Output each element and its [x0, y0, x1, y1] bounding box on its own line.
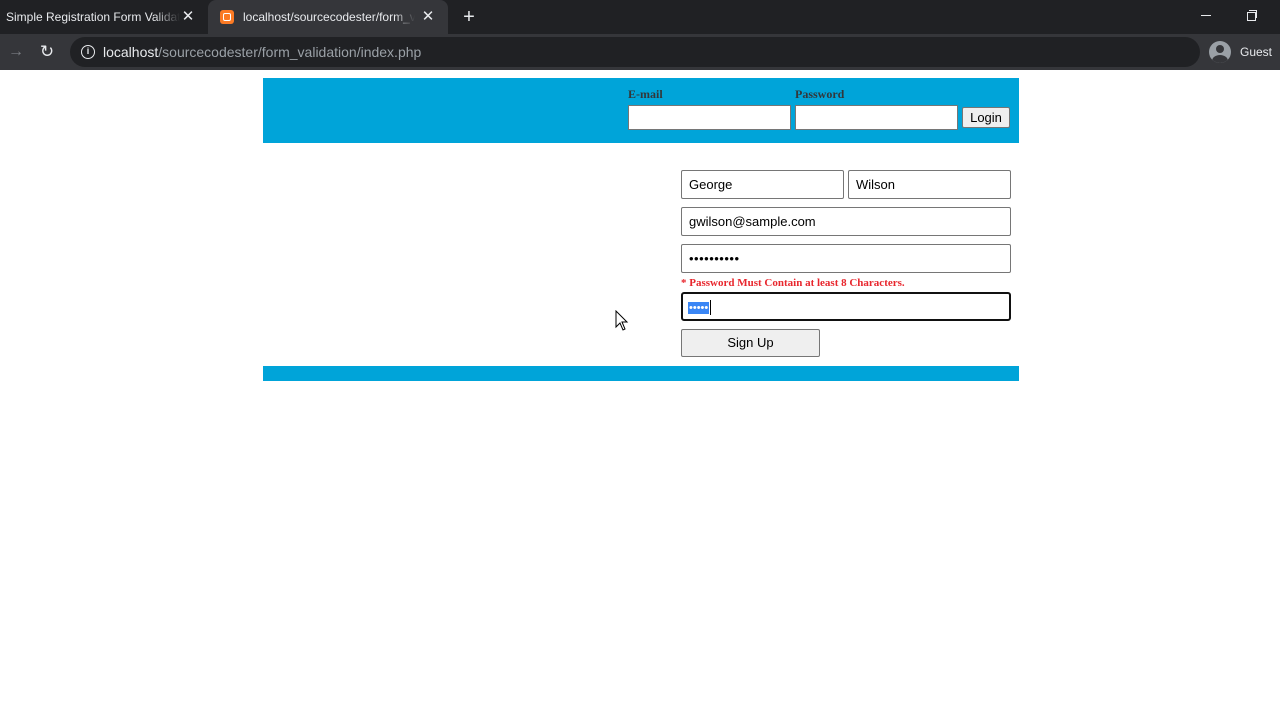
signup-password-input[interactable]: •••••••••• — [681, 244, 1011, 273]
tab-strip: Simple Registration Form Validation ✕ lo… — [0, 0, 1280, 34]
close-icon[interactable]: ✕ — [420, 9, 436, 25]
tab-title: Simple Registration Form Validation — [6, 10, 180, 24]
first-name-input[interactable]: George — [681, 170, 844, 199]
last-name-input[interactable]: Wilson — [848, 170, 1011, 199]
password-error-message: * Password Must Contain at least 8 Chara… — [681, 277, 905, 289]
header-login-bar: E-mail Password Login — [263, 78, 1019, 143]
login-password-input[interactable] — [795, 105, 958, 130]
profile-button[interactable]: Guest — [1209, 40, 1272, 64]
avatar-icon — [1209, 41, 1231, 63]
close-icon[interactable]: ✕ — [180, 9, 196, 25]
text-caret — [710, 300, 712, 316]
confirm-password-input[interactable]: ••••• — [681, 292, 1011, 321]
signup-email-input[interactable]: gwilson@sample.com — [681, 207, 1011, 236]
login-email-label: E-mail — [628, 87, 663, 101]
url-path: /sourcecodester/form_validation/index.ph… — [158, 44, 422, 60]
sign-up-button[interactable]: Sign Up — [681, 329, 820, 357]
login-password-label: Password — [795, 87, 845, 101]
new-tab-plus-icon[interactable]: + — [459, 7, 479, 27]
url-host: localhost — [103, 44, 159, 60]
selected-text: ••••• — [688, 302, 710, 314]
tab-registration-form[interactable]: Simple Registration Form Validation ✕ — [0, 0, 208, 34]
footer-bar — [263, 366, 1019, 381]
login-email-input[interactable] — [628, 105, 791, 130]
profile-label: Guest — [1240, 45, 1273, 59]
browser-toolbar: → ↻ i localhost/sourcecodester/form_vali… — [0, 34, 1280, 70]
info-icon[interactable]: i — [81, 45, 95, 59]
login-button[interactable]: Login — [962, 107, 1010, 128]
restore-icon[interactable] — [1245, 8, 1259, 22]
reload-icon[interactable]: ↻ — [37, 42, 57, 62]
xampp-favicon-icon — [220, 10, 234, 24]
tab-title: localhost/sourcecodester/form_validation — [243, 10, 415, 24]
url-text: localhost/sourcecodester/form_validation… — [103, 44, 421, 60]
page-content: E-mail Password Login George Wilson gwil… — [0, 70, 1280, 720]
minimize-icon[interactable] — [1199, 8, 1215, 24]
address-bar[interactable]: i localhost/sourcecodester/form_validati… — [70, 37, 1200, 67]
tab-localhost[interactable]: localhost/sourcecodester/form_validation… — [208, 0, 448, 34]
forward-arrow-icon[interactable]: → — [6, 42, 26, 62]
mouse-cursor-icon — [615, 310, 629, 331]
